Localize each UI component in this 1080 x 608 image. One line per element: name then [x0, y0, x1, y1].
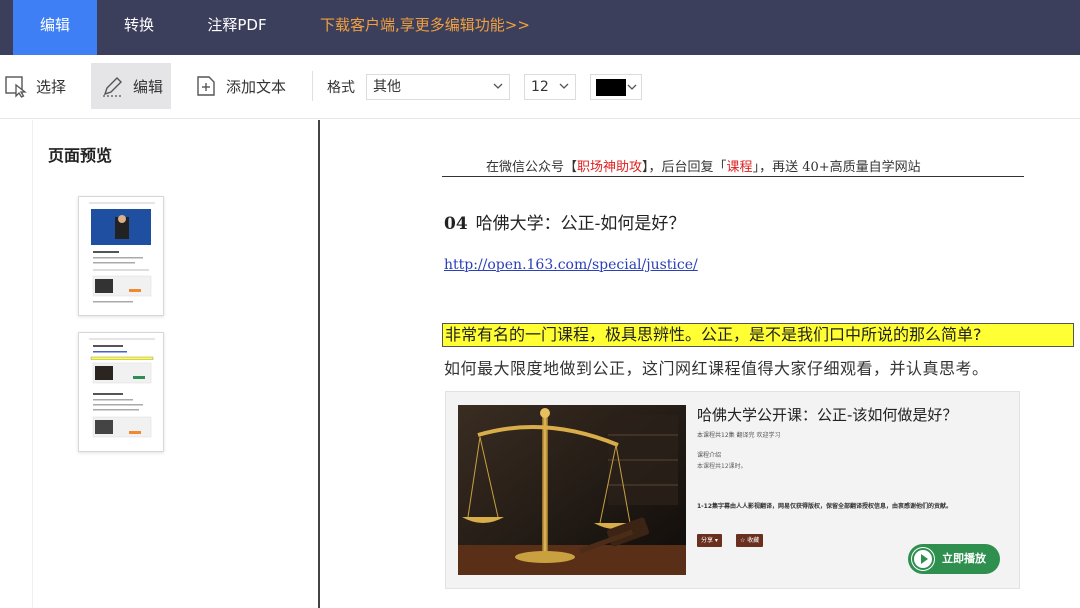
body-paragraph[interactable]: 如何最大限度地做到公正，这门网红课程值得大家仔细观看，并认真思考。 — [444, 355, 989, 379]
course-card-subtitle-note: 1-12集字幕由人人影视翻译，网易仅获得版权，保留全部翻译授权信息，由衷感谢他们… — [697, 503, 953, 510]
favorite-button: ☆ 收藏 — [736, 534, 764, 547]
pencil-edit-icon — [101, 74, 125, 98]
course-card-title: 哈佛大学公开课：公正-该如何做是好？ — [697, 406, 958, 424]
course-card-description: 本课程共12课时。 — [697, 463, 747, 470]
edit-tool-button[interactable]: 编辑 — [91, 63, 171, 109]
cursor-select-icon — [4, 74, 28, 98]
add-text-icon — [194, 74, 218, 98]
play-now-button: 立即播放 — [908, 544, 1000, 574]
section-number: 04 — [444, 214, 468, 234]
header-highlight: 课程 — [726, 160, 753, 175]
section-title: 哈佛大学：公正-如何是好？ — [475, 214, 686, 234]
tab-convert[interactable]: 转换 — [97, 0, 181, 55]
edit-tool-label: 编辑 — [133, 77, 164, 96]
header-text-part: 在微信公众号【 — [486, 160, 578, 175]
chevron-down-icon — [559, 83, 569, 89]
select-tool-button[interactable]: 选择 — [4, 63, 66, 109]
course-card-section-label: 课程介绍 — [697, 452, 722, 459]
page-thumbnail-1[interactable] — [78, 196, 164, 316]
header-text-part: 」，再送 40+高质量自学网站 — [752, 160, 921, 175]
font-size-select[interactable]: 12 — [524, 74, 576, 100]
page-preview-panel: 页面预览 — [0, 120, 318, 608]
edit-toolbar: 选择 编辑 添加文本 格式 其他 12 — [0, 55, 1080, 119]
chevron-down-icon — [627, 84, 637, 90]
highlighted-text-box[interactable]: 非常有名的一门课程，极具思辨性。公正，是不是我们口中所说的那么简单? — [442, 323, 1074, 347]
format-label: 格式 — [327, 80, 355, 96]
toolbar-divider — [312, 71, 313, 101]
page-header-text: 在微信公众号【职场神助攻】，后台回复「课程」，再送 40+高质量自学网站 — [486, 156, 921, 175]
download-client-link[interactable]: 下载客户端,享更多编辑功能>> — [320, 0, 530, 55]
play-now-label: 立即播放 — [942, 552, 986, 565]
header-text-part: 】，后台回复「 — [642, 160, 727, 175]
select-tool-label: 选择 — [36, 77, 67, 96]
add-text-label: 添加文本 — [226, 77, 287, 96]
scales-of-justice-image — [458, 405, 686, 575]
course-url-link[interactable]: http://open.163.com/special/justice/ — [444, 257, 698, 273]
tab-edit[interactable]: 编辑 — [13, 0, 97, 55]
format-select[interactable]: 其他 — [366, 74, 510, 100]
share-button: 分享 ▾ — [697, 534, 722, 547]
page-thumbnail-2[interactable] — [78, 332, 164, 452]
text-color-picker[interactable] — [590, 74, 642, 100]
page-thumbnail-image — [79, 333, 163, 451]
chevron-down-icon — [493, 83, 503, 89]
format-select-value: 其他 — [373, 79, 401, 95]
font-size-value: 12 — [531, 79, 549, 95]
tab-annotate-pdf[interactable]: 注释PDF — [190, 0, 284, 55]
section-heading[interactable]: 04 哈佛大学：公正-如何是好？ — [444, 209, 685, 234]
top-tab-bar: 编辑 转换 注释PDF 下载客户端,享更多编辑功能>> — [0, 0, 1080, 55]
text-color-swatch — [596, 79, 626, 96]
header-highlight: 职场神助攻 — [577, 160, 643, 175]
document-canvas[interactable]: 在微信公众号【职场神助攻】，后台回复「课程」，再送 40+高质量自学网站 04 哈… — [320, 120, 1080, 608]
add-text-button[interactable]: 添加文本 — [194, 63, 286, 109]
course-card-meta: 本课程共12集 翻译完 欢迎学习 — [697, 432, 781, 439]
course-card-image[interactable]: 哈佛大学公开课：公正-该如何做是好？ 本课程共12集 翻译完 欢迎学习 课程介绍… — [445, 391, 1020, 589]
panel-border — [32, 120, 33, 608]
play-icon — [911, 547, 935, 571]
header-rule — [442, 176, 1024, 177]
page-thumbnail-image — [79, 197, 163, 315]
page-preview-title: 页面预览 — [48, 146, 113, 165]
